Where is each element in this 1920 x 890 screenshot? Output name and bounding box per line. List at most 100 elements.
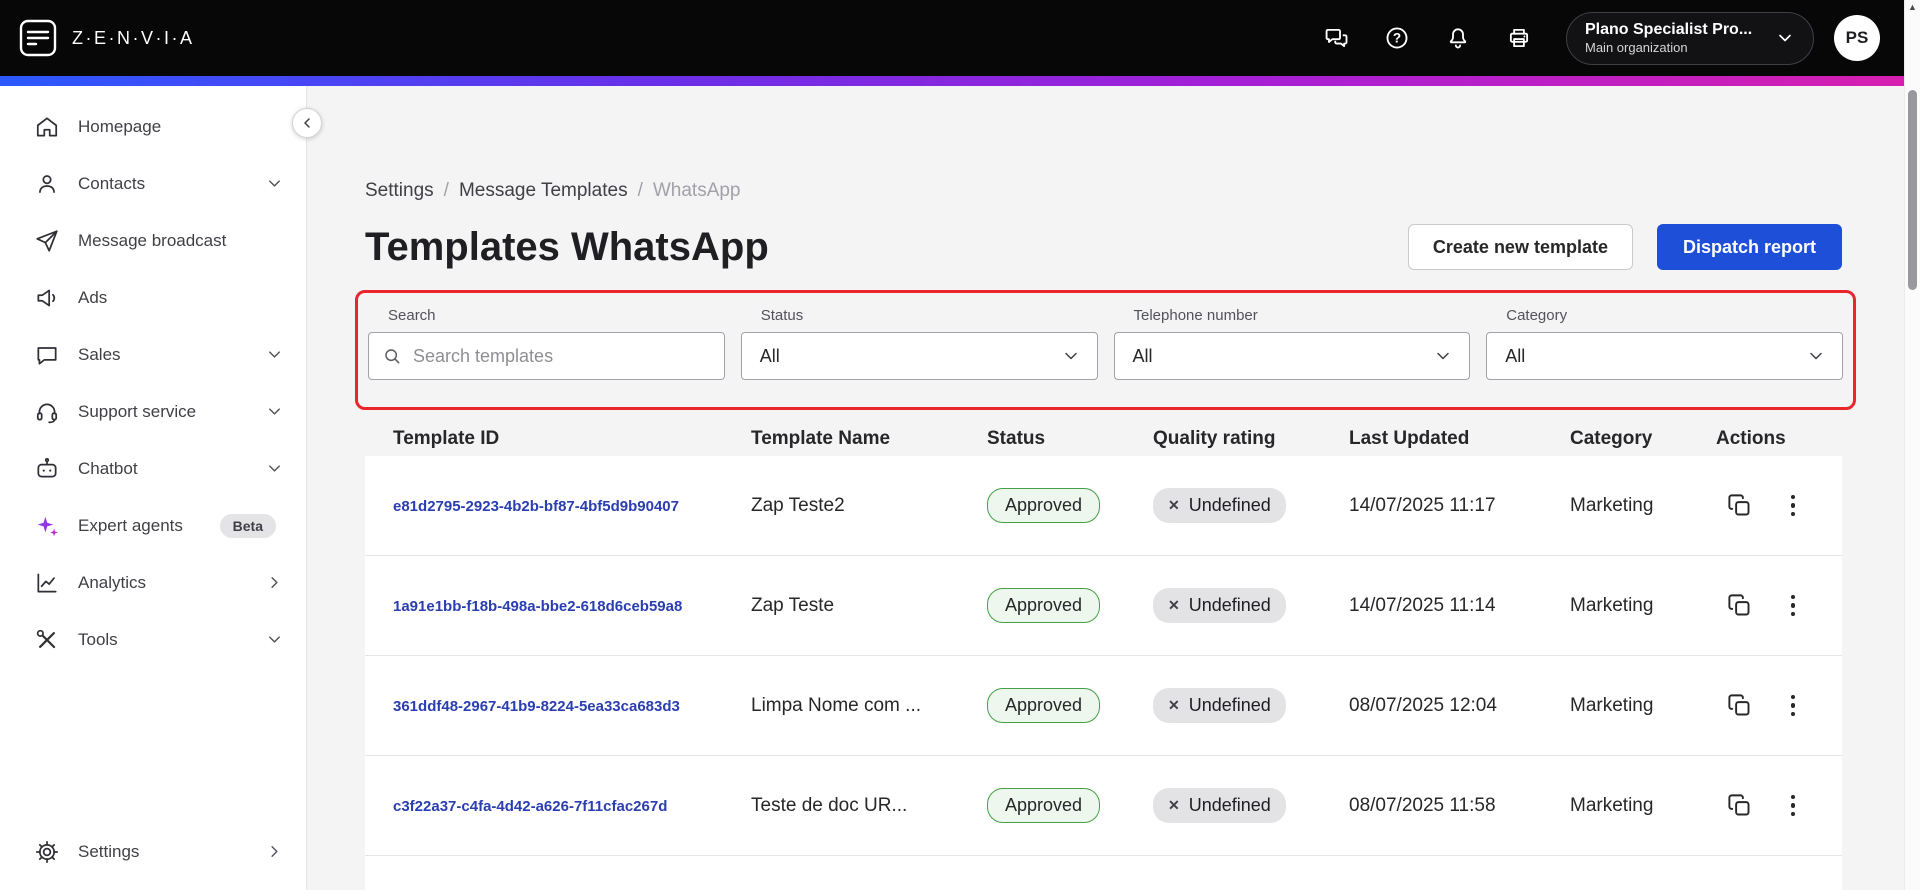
sidebar-item-label: Chatbot — [78, 458, 138, 478]
row-menu-button[interactable] — [1783, 793, 1803, 819]
status-badge: Approved — [987, 788, 1101, 823]
help-button[interactable]: ? — [1383, 24, 1411, 52]
scrollbar[interactable]: ▲ — [1904, 0, 1920, 890]
status-select-value: All — [759, 345, 780, 366]
telephone-number-label: Telephone number — [1133, 307, 1258, 324]
copy-template-button[interactable] — [1726, 592, 1753, 619]
column-header-quality-rating: Quality rating — [1153, 428, 1276, 449]
sidebar-item-label: Expert agents — [78, 515, 183, 535]
copy-icon — [1728, 494, 1750, 516]
category-select[interactable]: All — [1486, 332, 1843, 380]
template-name: Teste de doc UR... — [751, 794, 908, 816]
copy-template-button[interactable] — [1726, 492, 1753, 519]
breadcrumb: Settings / Message Templates / WhatsApp — [365, 180, 1842, 202]
megaphone-icon — [34, 285, 60, 311]
scrollbar-thumb[interactable] — [1908, 90, 1917, 290]
sidebar-item-label: Contacts — [78, 173, 146, 193]
table-header: Template ID Template Name Status Quality… — [365, 422, 1842, 456]
sidebar-item-label: Homepage — [78, 116, 162, 136]
svg-text:?: ? — [1393, 31, 1401, 46]
status-badge: Approved — [987, 688, 1101, 723]
template-name: Limpa Nome com ... — [751, 694, 921, 716]
sparkles-icon — [34, 513, 60, 539]
organization-name: Plano Specialist Pro... — [1585, 20, 1753, 38]
copy-template-button[interactable] — [1726, 792, 1753, 819]
row-menu-button[interactable] — [1783, 493, 1803, 519]
quality-rating-badge: ✕ Undefined — [1153, 488, 1286, 523]
organization-selector[interactable]: Plano Specialist Pro... Main organizatio… — [1566, 11, 1814, 65]
conversations-button[interactable] — [1322, 24, 1350, 52]
status-label: Status — [760, 307, 804, 324]
breadcrumb-settings[interactable]: Settings — [365, 180, 434, 202]
telephone-number-field: Telephone number All — [1113, 307, 1471, 380]
sidebar-item-label: Settings — [78, 841, 140, 861]
table-row: c3f22a37-c4fa-4d42-a626-7f11cfac267d Tes… — [365, 756, 1842, 856]
create-new-template-button[interactable]: Create new template — [1407, 224, 1633, 270]
scroll-up-arrow[interactable]: ▲ — [1905, 2, 1920, 12]
row-menu-button[interactable] — [1783, 593, 1803, 619]
sidebar-item-homepage[interactable]: Homepage — [0, 98, 306, 155]
chevron-right-icon — [265, 573, 284, 592]
chevron-down-icon — [265, 345, 284, 364]
x-icon: ✕ — [1168, 797, 1180, 813]
tools-icon — [34, 627, 60, 653]
template-id-link[interactable]: 1a91e1bb-f18b-498a-bbe2-618d6ceb59a8 — [393, 598, 682, 615]
template-id-link[interactable]: c3f22a37-c4fa-4d42-a626-7f11cfac267d — [393, 798, 667, 815]
page-title: Templates WhatsApp — [365, 225, 769, 269]
sidebar-item-ads[interactable]: Ads — [0, 269, 306, 326]
print-button[interactable] — [1505, 24, 1533, 52]
sidebar-item-settings[interactable]: Settings — [0, 823, 306, 880]
zenvia-logo[interactable]: Z·E·N·V·I·A — [18, 18, 194, 58]
sidebar: Homepage Contacts Message broadcast Ads … — [0, 86, 307, 890]
last-updated: 08/07/2025 11:58 — [1349, 794, 1496, 816]
chevron-down-icon — [1061, 346, 1081, 366]
topbar: Z·E·N·V·I·A ? Plano Specialist Pro... Ma… — [0, 0, 1904, 76]
search-field: Search — [368, 307, 725, 380]
template-id-link[interactable]: e81d2795-2923-4b2b-bf87-4bf5d9b90407 — [393, 498, 679, 515]
template-id-link[interactable]: 361ddf48-2967-41b9-8224-5ea33ca683d3 — [393, 698, 680, 715]
sidebar-item-label: Tools — [78, 629, 118, 649]
category-value: Marketing — [1570, 594, 1654, 616]
sidebar-item-label: Support service — [78, 401, 197, 421]
chevron-down-icon — [265, 630, 284, 649]
sidebar-item-message-broadcast[interactable]: Message broadcast — [0, 212, 306, 269]
template-name: Zap Teste2 — [751, 494, 845, 516]
breadcrumb-message-templates[interactable]: Message Templates — [459, 180, 628, 202]
filters-bar: Search Status All Telephone number — [368, 307, 1843, 380]
dispatch-report-button[interactable]: Dispatch report — [1656, 224, 1842, 270]
table-row: 1a91e1bb-f18b-498a-bbe2-618d6ceb59a8 Zap… — [365, 556, 1842, 656]
template-name: Zap Teste — [751, 594, 835, 616]
copy-template-button[interactable] — [1726, 692, 1753, 719]
home-icon — [34, 114, 60, 140]
breadcrumb-separator: / — [443, 180, 449, 201]
sidebar-item-expert-agents[interactable]: Expert agents Beta — [0, 497, 306, 554]
sidebar-item-sales[interactable]: Sales — [0, 326, 306, 383]
user-avatar[interactable]: PS — [1834, 15, 1880, 61]
status-badge: Approved — [987, 588, 1101, 623]
sidebar-item-analytics[interactable]: Analytics — [0, 554, 306, 611]
chevron-down-icon — [1806, 346, 1826, 366]
table-row: e81d2795-2923-4b2b-bf87-4bf5d9b90407 Zap… — [365, 456, 1842, 556]
status-select[interactable]: All — [740, 332, 1098, 380]
sidebar-item-contacts[interactable]: Contacts — [0, 155, 306, 212]
search-input[interactable] — [368, 332, 725, 380]
status-badge: Approved — [987, 488, 1101, 523]
chat-bubble-icon — [34, 342, 60, 368]
main-content: Settings / Message Templates / WhatsApp … — [307, 86, 1904, 890]
search-label: Search — [388, 307, 436, 324]
quality-rating-text: Undefined — [1188, 795, 1271, 815]
robot-icon — [34, 456, 60, 482]
notifications-button[interactable] — [1444, 24, 1472, 52]
telephone-number-select[interactable]: All — [1113, 332, 1471, 380]
copy-icon — [1728, 594, 1750, 616]
category-value: Marketing — [1570, 494, 1654, 516]
sidebar-item-chatbot[interactable]: Chatbot — [0, 440, 306, 497]
sidebar-item-support-service[interactable]: Support service — [0, 383, 306, 440]
conversations-icon — [1325, 28, 1348, 48]
sidebar-collapse-button[interactable] — [292, 108, 322, 138]
quality-rating-text: Undefined — [1188, 495, 1271, 515]
row-menu-button[interactable] — [1783, 693, 1803, 719]
last-updated: 14/07/2025 11:14 — [1349, 594, 1496, 616]
table-row-partial — [365, 856, 1842, 890]
sidebar-item-tools[interactable]: Tools — [0, 611, 306, 668]
